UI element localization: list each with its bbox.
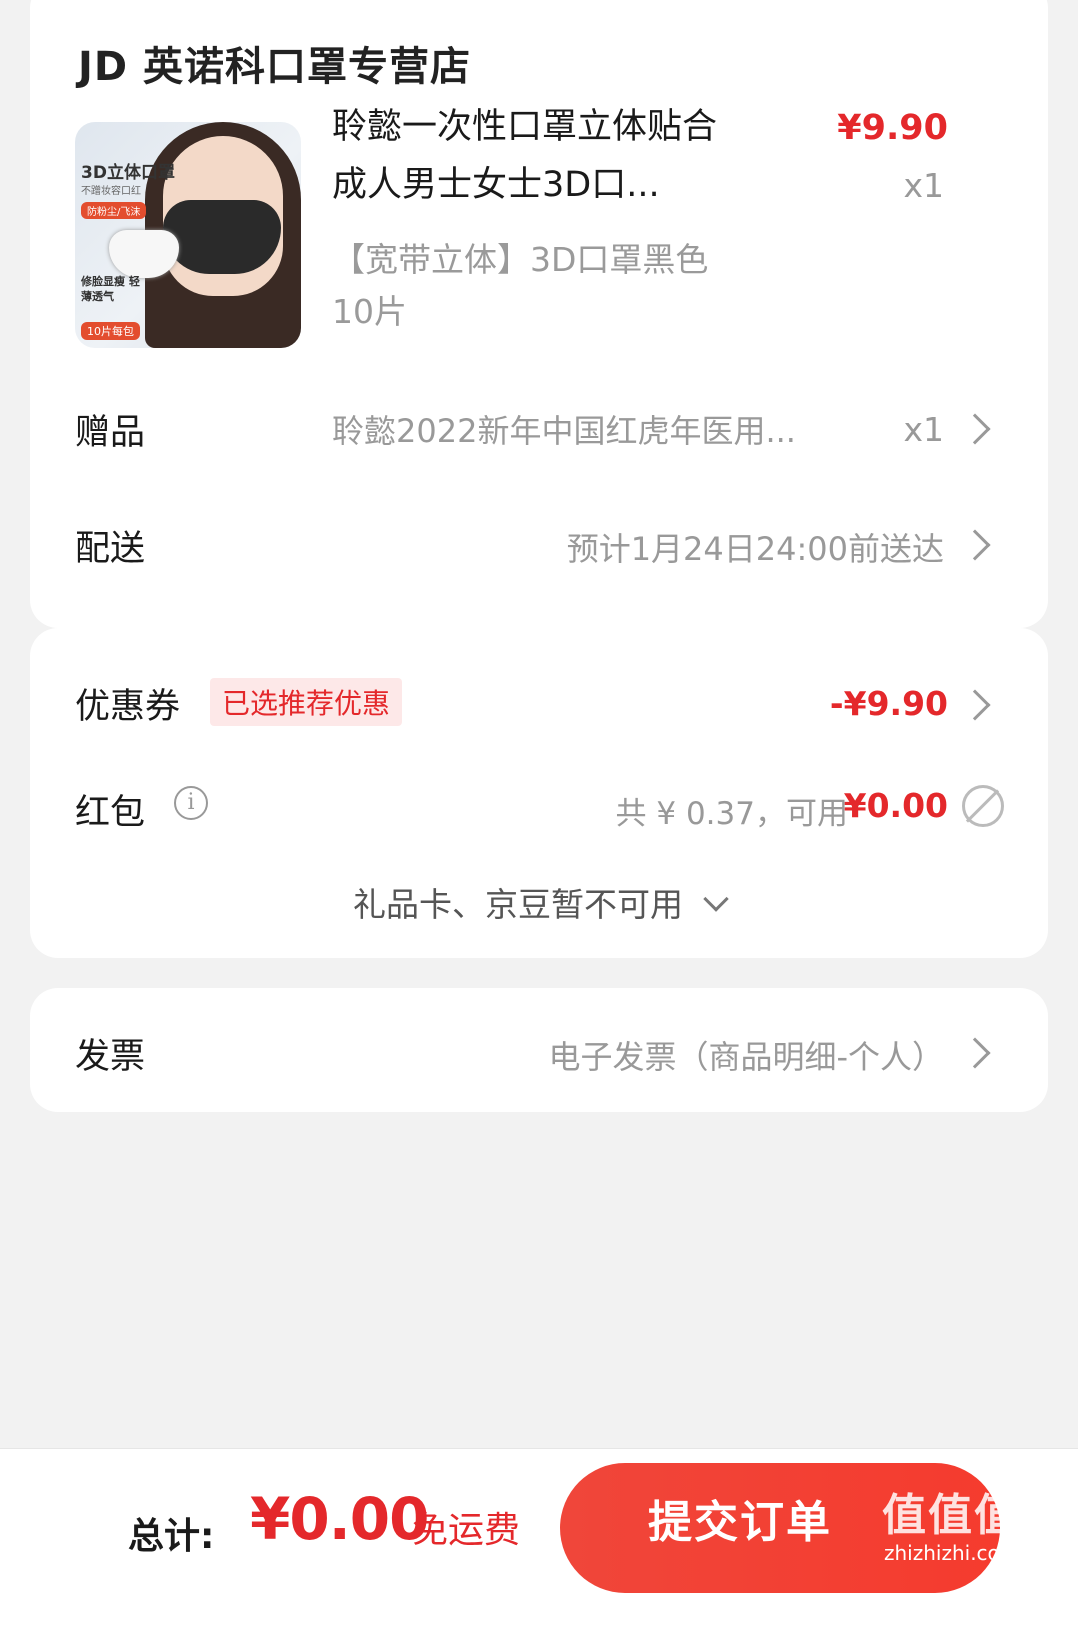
giftcard-text: 礼品卡、京豆暂不可用 bbox=[353, 885, 683, 924]
coupon-tag: 已选推荐优惠 bbox=[210, 678, 403, 726]
chevron-right-icon[interactable] bbox=[959, 413, 991, 445]
watermark-url: zhizhizhi.com bbox=[884, 1541, 1020, 1565]
store-card: JD 英诺科口罩专营店 3D立体口罩 不蹭妆容口红 防粉尘/飞沫 修脸显瘦 轻薄… bbox=[30, 0, 1048, 628]
watermark-logo: 值值值 bbox=[882, 1490, 1020, 1541]
info-icon[interactable]: i bbox=[174, 786, 208, 820]
product-thumbnail[interactable]: 3D立体口罩 不蹭妆容口红 防粉尘/飞沫 修脸显瘦 轻薄透气 10片每包 bbox=[75, 122, 301, 348]
thumb-black-mask bbox=[163, 200, 281, 274]
gift-label: 赠品 bbox=[75, 413, 146, 453]
invoice-value[interactable]: 电子发票（商品明细-个人） bbox=[548, 1032, 944, 1078]
redpacket-label: 红包 bbox=[75, 793, 146, 833]
thumb-text-feature: 修脸显瘦 轻薄透气 bbox=[81, 275, 140, 303]
total-label: 总计: bbox=[128, 1516, 215, 1557]
thumb-text-count: 10片每包 bbox=[81, 322, 140, 340]
product-price: ¥9.90 bbox=[837, 108, 948, 148]
chevron-right-icon[interactable] bbox=[959, 529, 991, 561]
thumb-text-tag: 防粉尘/飞沫 bbox=[81, 202, 147, 219]
gift-value[interactable]: 聆懿2022新年中国红虎年医用... bbox=[332, 406, 832, 452]
chevron-down-icon bbox=[703, 886, 729, 912]
shipping-label: 配送 bbox=[75, 529, 146, 569]
coupon-amount[interactable]: -¥9.90 bbox=[830, 684, 948, 723]
product-name[interactable]: 聆懿一次性口罩立体贴合 成人男士女士3D口... bbox=[332, 98, 752, 214]
discount-card: 优惠券 已选推荐优惠 -¥9.90 红包 i 共 ¥ 0.37，可用 ¥0.00… bbox=[30, 628, 1048, 958]
chevron-right-icon[interactable] bbox=[959, 1037, 991, 1069]
invoice-card[interactable]: 发票 电子发票（商品明细-个人） bbox=[30, 988, 1048, 1112]
gift-qty: x1 bbox=[903, 410, 944, 449]
invoice-label: 发票 bbox=[75, 1037, 146, 1077]
product-qty: x1 bbox=[903, 166, 944, 205]
chevron-right-icon[interactable] bbox=[959, 689, 991, 721]
shipping-value[interactable]: 预计1月24日24:00前送达 bbox=[567, 524, 944, 570]
coupon-label: 优惠券 bbox=[75, 687, 181, 727]
redpacket-total: 共 ¥ 0.37，可用 bbox=[615, 796, 848, 832]
total-amount: ¥0.00 bbox=[250, 1485, 429, 1553]
submit-order-label: 提交订单 bbox=[648, 1497, 832, 1548]
free-shipping-label: 免运费 bbox=[412, 1510, 521, 1551]
thumb-text-sub: 不蹭妆容口红 bbox=[81, 186, 141, 197]
thumb-text-title: 3D立体口罩 bbox=[81, 163, 175, 183]
unavailable-icon bbox=[962, 785, 1004, 827]
product-spec: 【宽带立体】3D口罩黑色10片 bbox=[332, 240, 709, 331]
store-name[interactable]: JD 英诺科口罩专营店 bbox=[78, 34, 471, 92]
giftcard-toggle[interactable]: 礼品卡、京豆暂不可用 bbox=[30, 878, 1048, 926]
checkout-bar: 总计: ¥0.00 免运费 提交订单 值值值 zhizhizhi.com bbox=[0, 1448, 1078, 1646]
redpacket-available: ¥0.00 bbox=[843, 786, 948, 825]
